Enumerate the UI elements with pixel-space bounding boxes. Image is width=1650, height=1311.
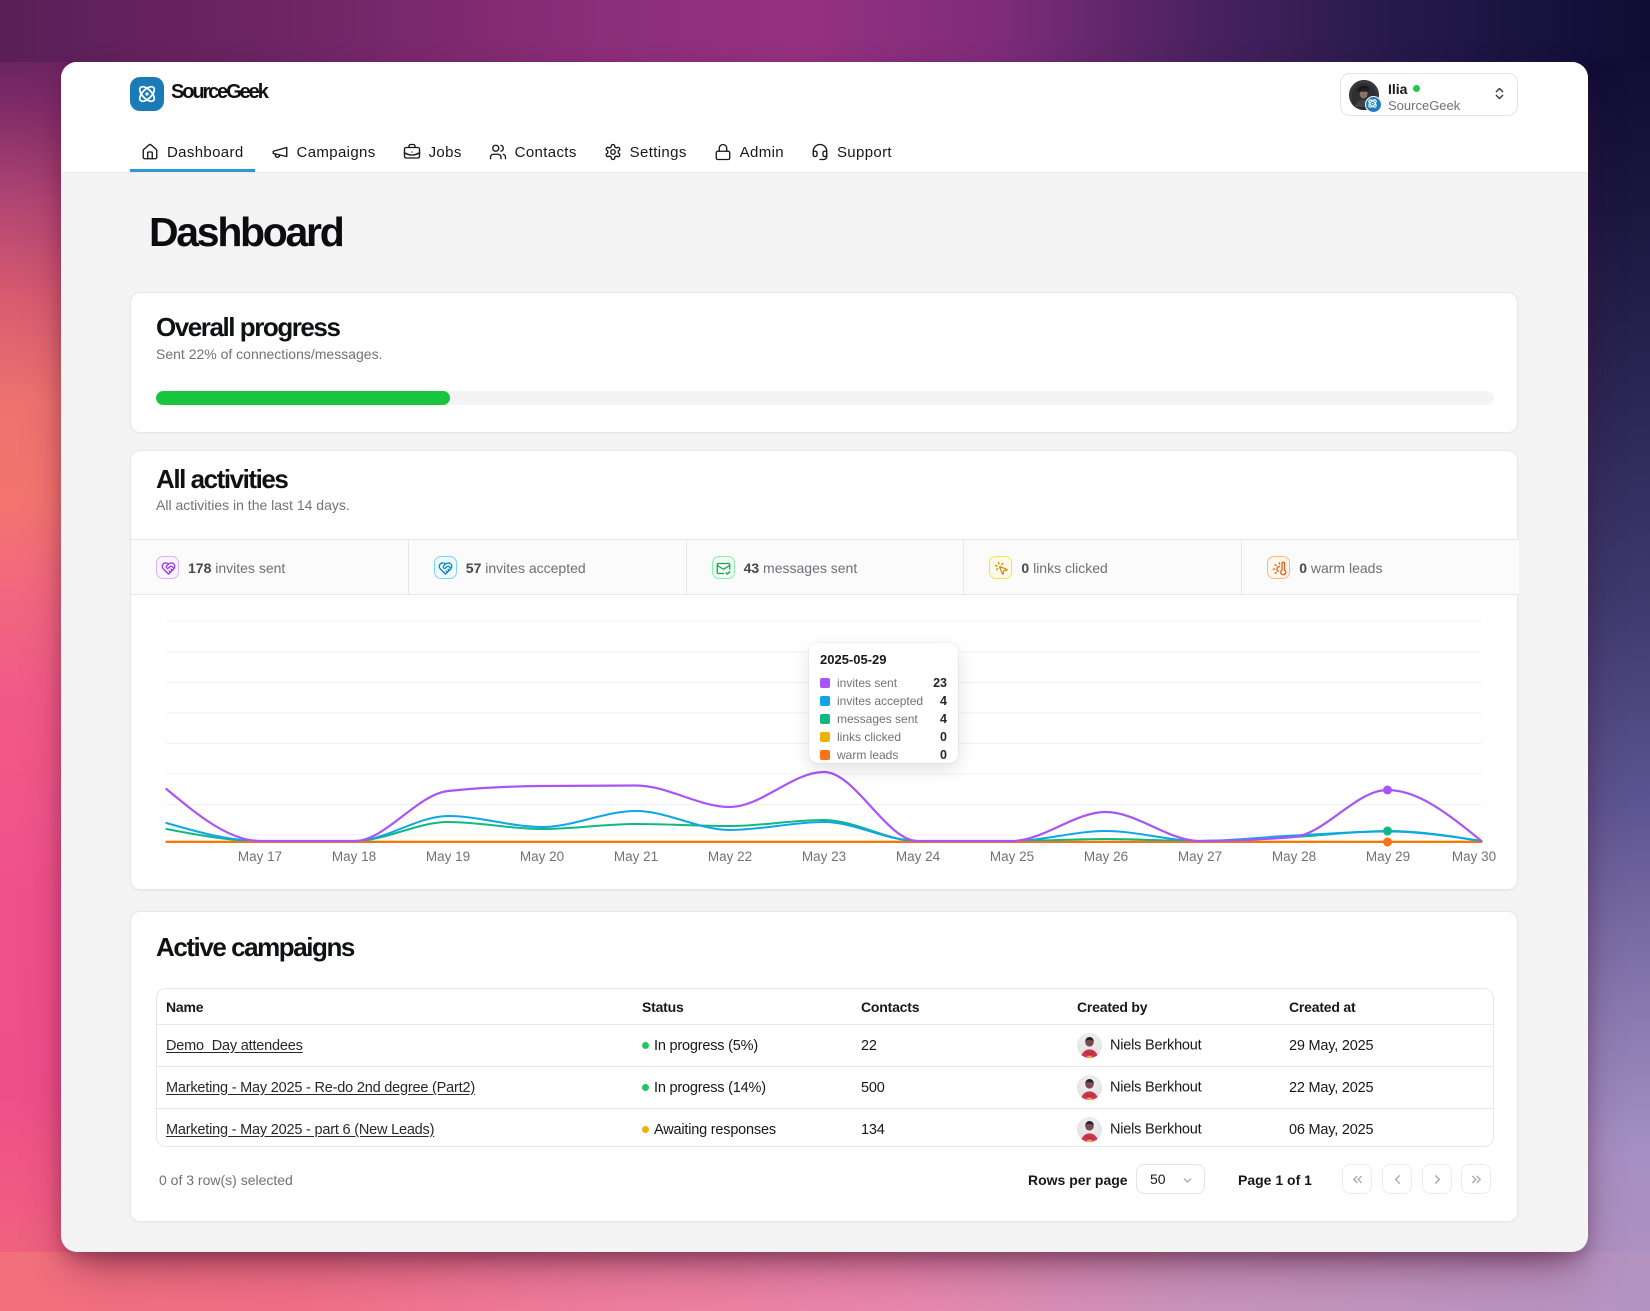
- svg-text:May 26: May 26: [1084, 849, 1128, 864]
- svg-text:May 25: May 25: [990, 849, 1034, 864]
- svg-text:May 29: May 29: [1366, 849, 1410, 864]
- svg-text:May 27: May 27: [1178, 849, 1222, 864]
- svg-text:May 24: May 24: [896, 849, 941, 864]
- svg-text:May 20: May 20: [520, 849, 564, 864]
- svg-text:May 17: May 17: [238, 849, 282, 864]
- svg-text:May 30: May 30: [1452, 849, 1496, 864]
- svg-text:May 23: May 23: [802, 849, 846, 864]
- svg-text:May 28: May 28: [1272, 849, 1316, 864]
- svg-text:May 18: May 18: [332, 849, 376, 864]
- svg-text:May 19: May 19: [426, 849, 470, 864]
- svg-text:May 21: May 21: [614, 849, 658, 864]
- svg-text:May 22: May 22: [708, 849, 752, 864]
